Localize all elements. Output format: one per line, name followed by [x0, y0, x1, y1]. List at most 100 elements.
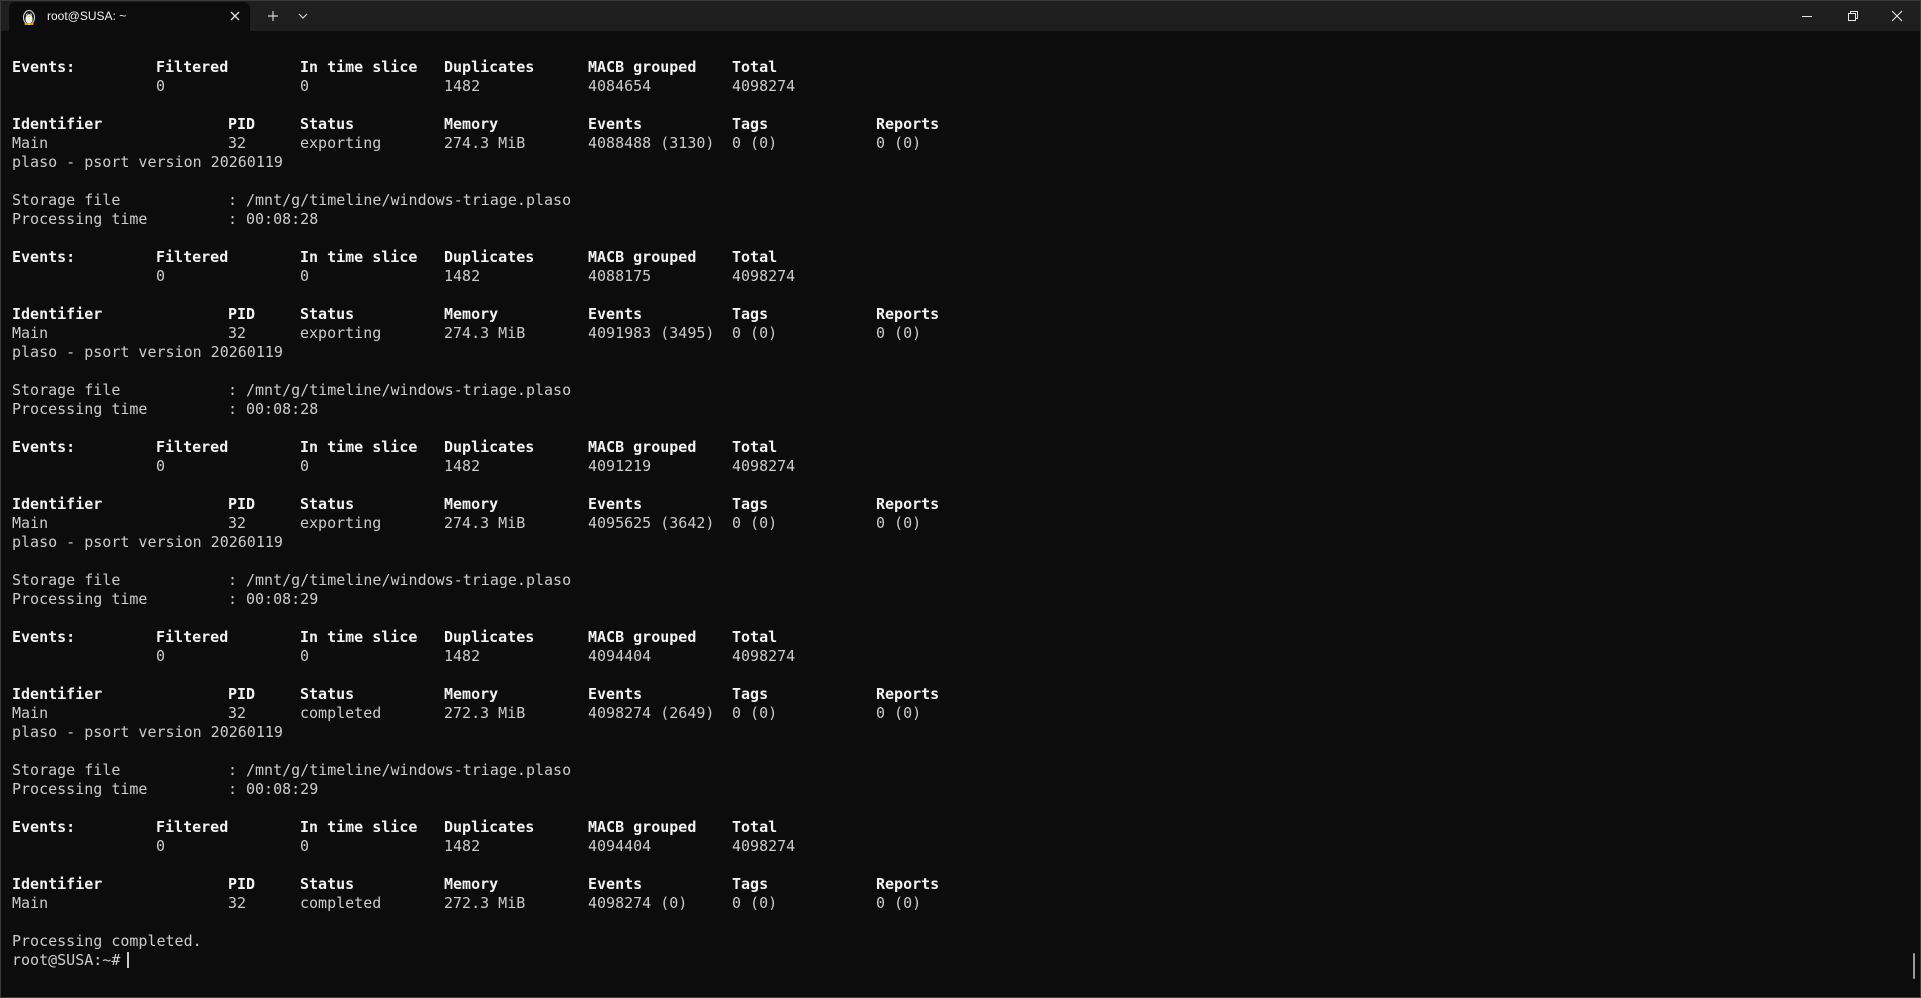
events-header: Events — [588, 305, 643, 323]
version-line: plaso - psort version 20260119 — [12, 343, 1902, 362]
tags-value: 0 (0) — [732, 514, 778, 532]
storage-file-line: Storage file : /mnt/g/timeline/windows-t… — [12, 191, 1902, 210]
prompt-line[interactable]: root@SUSA:~# — [12, 951, 1902, 970]
events-values-row: 0 0 1482 4088175 4098274 — [12, 267, 1902, 286]
filtered-header: Filtered — [156, 818, 229, 836]
events-header-row: Events: Filtered In time slice Duplicate… — [12, 818, 1902, 837]
tab-root-susa[interactable]: root@SUSA: ~ — [9, 2, 250, 31]
filtered-value: 0 — [156, 457, 166, 475]
in-time-slice-value: 0 — [300, 647, 310, 665]
in-time-slice-header: In time slice — [300, 58, 418, 76]
in-time-slice-header: In time slice — [300, 818, 418, 836]
identifier-header: Identifier — [12, 685, 103, 703]
macb-grouped-header: MACB grouped — [588, 438, 697, 456]
events-label: Events: — [12, 438, 76, 456]
events-header-row: Events: Filtered In time slice Duplicate… — [12, 628, 1902, 647]
scrollbar-thumb[interactable] — [1913, 953, 1915, 979]
total-value: 4098274 — [732, 457, 796, 475]
status-value: completed — [300, 704, 382, 722]
events-header: Events — [588, 875, 643, 893]
new-tab-plus-icon[interactable] — [263, 7, 283, 25]
events-header-row: Events: Filtered In time slice Duplicate… — [12, 248, 1902, 267]
duplicates-value: 1482 — [444, 647, 481, 665]
storage-file-line: Storage file : /mnt/g/timeline/windows-t… — [12, 571, 1902, 590]
filtered-value: 0 — [156, 77, 166, 95]
memory-header: Memory — [444, 305, 499, 323]
macb-grouped-header: MACB grouped — [588, 58, 697, 76]
tags-value: 0 (0) — [732, 134, 778, 152]
version-text: plaso - psort version 20260119 — [12, 533, 283, 551]
terminal-window: root@SUSA: ~ Events: Filtered In time sl… — [0, 0, 1921, 998]
close-tab-icon[interactable] — [227, 8, 243, 24]
identifier-value: Main — [12, 894, 49, 912]
processing-time-value: 00:08:29 — [246, 780, 319, 798]
duplicates-header: Duplicates — [444, 248, 535, 266]
events-values-row: 0 0 1482 4094404 4098274 — [12, 837, 1902, 856]
process-header-row: Identifier PID Status Memory Events Tags… — [12, 685, 1902, 704]
status-value: completed — [300, 894, 382, 912]
duplicates-header: Duplicates — [444, 628, 535, 646]
version-line: plaso - psort version 20260119 — [12, 723, 1902, 742]
events-label: Events: — [12, 248, 76, 266]
chevron-down-icon[interactable] — [293, 7, 313, 25]
storage-file-label: Storage file — [12, 761, 121, 779]
process-header-row: Identifier PID Status Memory Events Tags… — [12, 875, 1902, 894]
completed-line: Processing completed. — [12, 932, 1902, 951]
storage-file-path: /mnt/g/timeline/windows-triage.plaso — [246, 571, 572, 589]
memory-value: 274.3 MiB — [444, 134, 526, 152]
restore-icon — [1848, 11, 1858, 21]
events-header: Events — [588, 685, 643, 703]
close-icon — [1891, 10, 1903, 22]
identifier-header: Identifier — [12, 495, 103, 513]
reports-value: 0 (0) — [876, 134, 922, 152]
storage-file-label: Storage file — [12, 381, 121, 399]
total-header: Total — [732, 248, 778, 266]
pid-value: 32 — [228, 704, 247, 722]
separator: : — [228, 400, 238, 418]
processing-time-value: 00:08:29 — [246, 590, 319, 608]
pid-header: PID — [228, 685, 256, 703]
status-value: exporting — [300, 134, 382, 152]
processing-time-line: Processing time : 00:08:28 — [12, 400, 1902, 419]
title-bar[interactable]: root@SUSA: ~ — [1, 1, 1920, 31]
minimize-button[interactable] — [1784, 1, 1830, 31]
reports-value: 0 (0) — [876, 704, 922, 722]
separator: : — [228, 761, 238, 779]
close-window-button[interactable] — [1874, 1, 1920, 31]
tux-penguin-icon — [23, 10, 35, 25]
storage-file-label: Storage file — [12, 191, 121, 209]
pid-value: 32 — [228, 324, 247, 342]
reports-header: Reports — [876, 305, 940, 323]
restore-button[interactable] — [1830, 1, 1876, 31]
terminal-output[interactable]: Events: Filtered In time slice Duplicate… — [12, 58, 1902, 970]
version-line: plaso - psort version 20260119 — [12, 153, 1902, 172]
events-header-row: Events: Filtered In time slice Duplicate… — [12, 58, 1902, 77]
memory-value: 272.3 MiB — [444, 894, 526, 912]
processing-time-label: Processing time — [12, 590, 148, 608]
processing-time-line: Processing time : 00:08:29 — [12, 780, 1902, 799]
separator: : — [228, 210, 238, 228]
macb-grouped-header: MACB grouped — [588, 248, 697, 266]
memory-value: 274.3 MiB — [444, 514, 526, 532]
reports-value: 0 (0) — [876, 324, 922, 342]
events-label: Events: — [12, 58, 76, 76]
pid-value: 32 — [228, 894, 247, 912]
events-value: 4091983 (3495) — [588, 324, 715, 342]
reports-header: Reports — [876, 495, 940, 513]
reports-value: 0 (0) — [876, 894, 922, 912]
identifier-header: Identifier — [12, 305, 103, 323]
tab-title: root@SUSA: ~ — [47, 9, 127, 23]
identifier-value: Main — [12, 134, 49, 152]
separator: : — [228, 571, 238, 589]
status-header: Status — [300, 685, 355, 703]
total-value: 4098274 — [732, 267, 796, 285]
macb-grouped-value: 4084654 — [588, 77, 652, 95]
version-text: plaso - psort version 20260119 — [12, 153, 283, 171]
